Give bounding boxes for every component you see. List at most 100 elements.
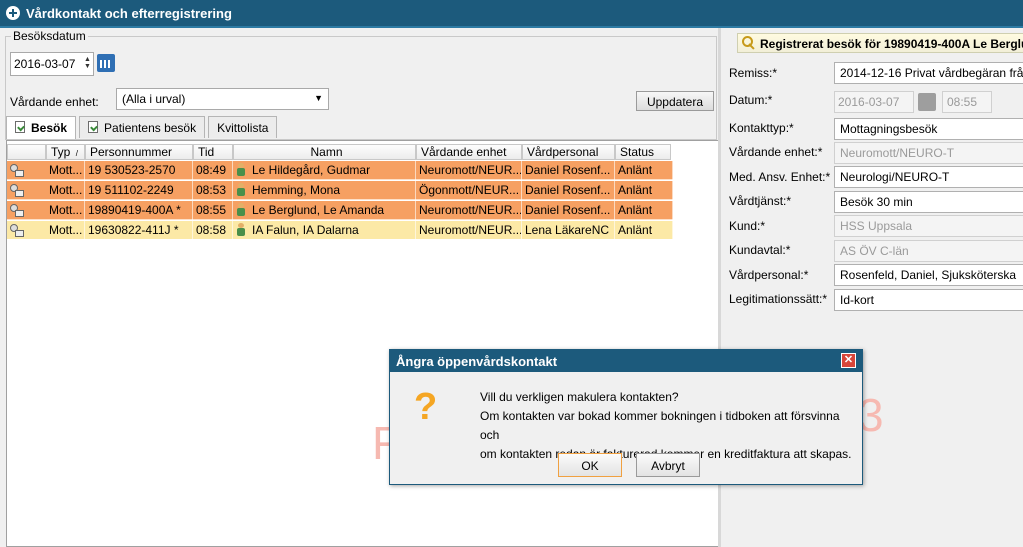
visit-type-icon <box>9 163 24 177</box>
header-staff[interactable]: Vårdpersonal <box>522 144 615 160</box>
care-unit-label: Vårdande enhet:* <box>729 145 823 159</box>
dialog-titlebar: Ångra öppenvårdskontakt ✕ <box>390 350 862 372</box>
patient-icon <box>236 163 246 176</box>
tab-visits[interactable]: Besök <box>6 116 77 139</box>
cell-name: IA Falun, IA Dalarna <box>233 221 416 240</box>
header-type[interactable]: Typ / <box>46 144 85 160</box>
tab-receipt-list[interactable]: Kvittolista <box>208 116 278 138</box>
unit-select[interactable]: (Alla i urval) ▼ <box>116 88 329 110</box>
calendar-icon[interactable] <box>918 93 936 111</box>
date-field[interactable]: 2016-03-07 <box>834 91 914 113</box>
visit-table: Typ / Personnummer Tid Namn Vårdande enh… <box>6 140 719 547</box>
header-status[interactable]: Status <box>615 144 671 160</box>
window-title: Vårdkontakt och efterregistrering <box>26 5 232 21</box>
cell-staff: Daniel Rosenf... <box>522 161 615 180</box>
med-resp-unit-field[interactable]: Neurologi/NEURO-T <box>834 166 1023 188</box>
table-header: Typ / Personnummer Tid Namn Vårdande enh… <box>7 144 718 160</box>
dialog-title: Ångra öppenvårdskontakt <box>396 354 558 369</box>
care-service-field[interactable]: Besök 30 min <box>834 191 1023 213</box>
chevron-down-icon[interactable]: ▼ <box>314 93 323 103</box>
patient-icon <box>236 223 246 236</box>
visit-type-icon <box>9 183 24 197</box>
cell-name-text: Le Hildegård, Gudmar <box>252 163 371 177</box>
cell-name: Hemming, Mona <box>233 181 416 200</box>
cell-unit: Neuromott/NEUR... <box>416 201 522 220</box>
table-row[interactable]: Mott... 19630822-411J * 08:58 IA Falun, … <box>7 221 673 240</box>
cell-name: Le Hildegård, Gudmar <box>233 161 416 180</box>
date-label: Datum:* <box>729 93 773 107</box>
key-icon <box>742 36 756 50</box>
clipboard-icon <box>88 121 99 133</box>
table-row[interactable]: Mott... 19890419-400A * 08:55 Le Berglun… <box>7 201 673 220</box>
customer-agreement-field[interactable]: AS ÖV C-län <box>834 240 1023 262</box>
dialog-message-line: Om kontakten var bokad kommer bokningen … <box>480 409 840 442</box>
med-resp-unit-label: Med. Ansv. Enhet:* <box>729 170 831 184</box>
patient-icon <box>236 183 246 196</box>
tab-visits-label: Besök <box>31 121 68 135</box>
cancel-button[interactable]: Avbryt <box>636 453 700 477</box>
registered-visit-title: Registrerat besök för 19890419-400A Le B… <box>760 37 1023 51</box>
date-spinner-icon[interactable]: ▲ ▼ <box>84 56 92 70</box>
remiss-label: Remiss:* <box>729 66 778 80</box>
cell-time: 08:58 <box>193 221 233 240</box>
unit-select-value: (Alla i urval) <box>122 92 186 106</box>
cell-status: Anlänt <box>615 221 673 240</box>
clipboard-icon <box>15 121 25 133</box>
cell-unit: Neuromott/NEUR... <box>416 161 522 180</box>
cell-unit: Neuromott/NEUR... <box>416 221 522 240</box>
header-name[interactable]: Namn <box>233 144 416 160</box>
question-icon: ? <box>414 386 438 428</box>
contact-type-field[interactable]: Mottagningsbesök <box>834 118 1023 140</box>
customer-agreement-label: Kundavtal:* <box>729 243 791 257</box>
cell-name-text: Le Berglund, Le Amanda <box>252 203 385 217</box>
cell-pnr: 19 530523-2570 <box>85 161 193 180</box>
cell-name-text: Hemming, Mona <box>252 183 341 197</box>
remiss-field[interactable]: 2014-12-16 Privat vårdbegäran från <box>834 62 1023 84</box>
header-unit[interactable]: Vårdande enhet <box>416 144 522 160</box>
cell-pnr: 19630822-411J * <box>85 221 193 240</box>
window-titlebar: Vårdkontakt och efterregistrering <box>0 0 1023 28</box>
cell-status: Anlänt <box>615 201 673 220</box>
care-staff-label: Vårdpersonal:* <box>729 268 809 282</box>
app-window: Vårdkontakt och efterregistrering Besöks… <box>0 0 1023 547</box>
care-staff-field[interactable]: Rosenfeld, Daniel, Sjuksköterska <box>834 264 1023 286</box>
tab-receipt-list-label: Kvittolista <box>217 121 269 135</box>
visit-type-icon <box>9 223 24 237</box>
table-row[interactable]: Mott... 19 530523-2570 08:49 Le Hildegår… <box>7 161 673 180</box>
visit-date-input[interactable]: 2016-03-07 ▲ ▼ <box>10 52 94 76</box>
header-icon-column <box>7 144 46 160</box>
customer-label: Kund:* <box>729 219 766 233</box>
close-icon[interactable]: ✕ <box>841 353 856 368</box>
identification-field[interactable]: Id-kort <box>834 289 1023 311</box>
visit-date-value: 2016-03-07 <box>14 57 76 71</box>
unit-label: Vårdande enhet: <box>10 95 99 109</box>
update-button[interactable]: Uppdatera <box>636 91 714 111</box>
ok-button[interactable]: OK <box>558 453 622 477</box>
dialog-message-line: Vill du verkligen makulera kontakten? <box>480 390 679 404</box>
patient-icon <box>236 203 246 216</box>
header-time[interactable]: Tid <box>193 144 233 160</box>
table-row[interactable]: Mott... 19 511102-2249 08:53 Hemming, Mo… <box>7 181 673 200</box>
cell-type: Mott... <box>46 161 85 180</box>
sort-indicator-icon: / <box>75 149 78 158</box>
header-pnr[interactable]: Personnummer <box>85 144 193 160</box>
time-field[interactable]: 08:55 <box>942 91 992 113</box>
cell-time: 08:49 <box>193 161 233 180</box>
cell-staff: Lena LäkareNC <box>522 221 615 240</box>
registered-visit-header: Registrerat besök för 19890419-400A Le B… <box>737 33 1023 53</box>
cell-pnr: 19890419-400A * <box>85 201 193 220</box>
care-unit-field[interactable]: Neuromott/NEURO-T <box>834 142 1023 164</box>
cell-pnr: 19 511102-2249 <box>85 181 193 200</box>
customer-field[interactable]: HSS Uppsala <box>834 215 1023 237</box>
tab-patient-visits[interactable]: Patientens besök <box>79 116 206 138</box>
calendar-icon[interactable] <box>97 54 115 72</box>
cell-name: Le Berglund, Le Amanda <box>233 201 416 220</box>
identification-label: Legitimationssätt:* <box>729 292 828 306</box>
cell-type: Mott... <box>46 201 85 220</box>
cell-status: Anlänt <box>615 161 673 180</box>
visit-type-icon <box>9 203 24 217</box>
care-service-label: Vårdtjänst:* <box>729 194 792 208</box>
cell-status: Anlänt <box>615 181 673 200</box>
cell-type: Mott... <box>46 181 85 200</box>
tab-strip: Besök Patientens besök Kvittolista <box>6 116 280 140</box>
